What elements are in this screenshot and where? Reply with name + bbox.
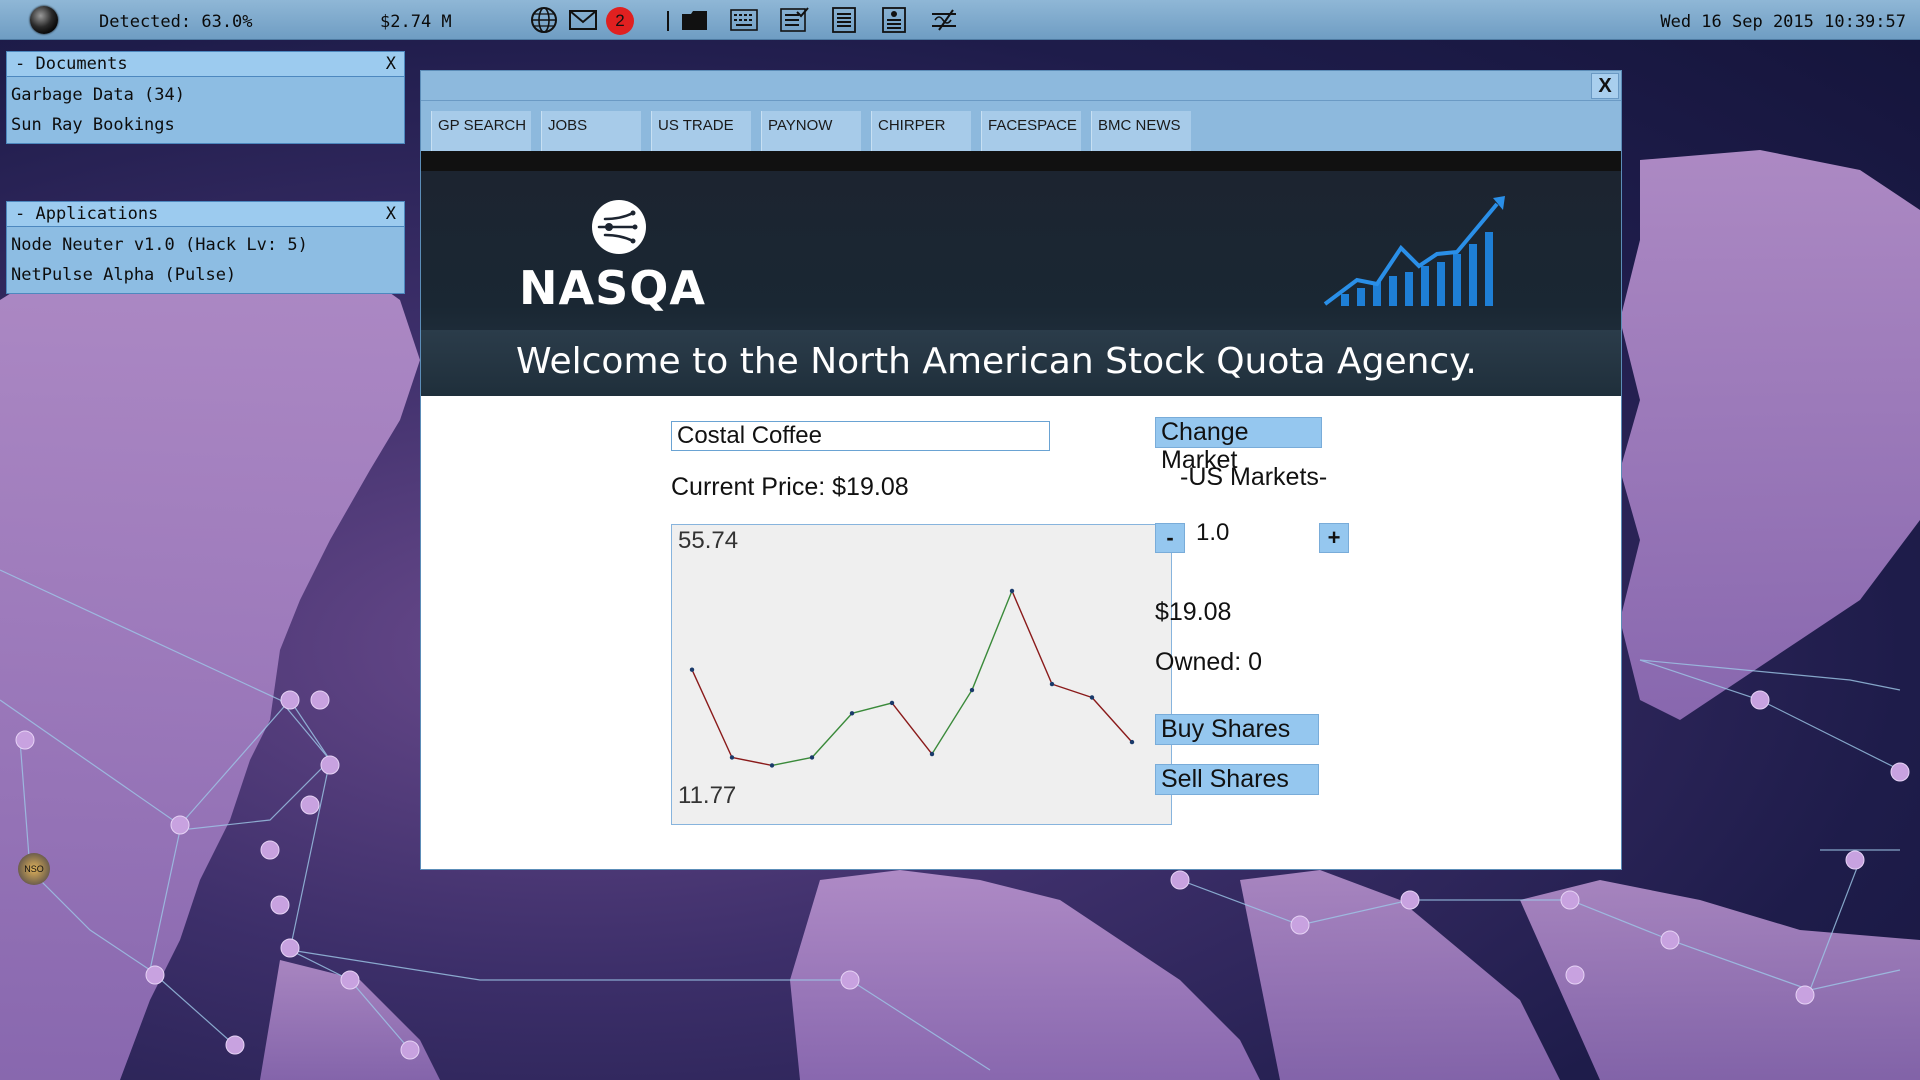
- nasqa-logo-icon: [591, 199, 647, 255]
- welcome-heading: Welcome to the North American Stock Quot…: [516, 341, 1477, 382]
- sell-shares-button[interactable]: Sell Shares: [1155, 764, 1319, 795]
- price-segment: [1092, 697, 1132, 742]
- browser-window: X GP SEARCH JOBS US TRADE PAYNOW CHIRPER…: [420, 70, 1622, 870]
- price-point: [690, 668, 694, 672]
- price-point: [770, 763, 774, 767]
- growth-chart-icon: [1321, 196, 1511, 306]
- tab-bmc-news[interactable]: BMC NEWS: [1091, 111, 1191, 151]
- price-point: [1130, 740, 1134, 744]
- document-item[interactable]: Garbage Data (34): [11, 81, 400, 111]
- mail-unread-badge: 2: [606, 7, 634, 35]
- graph-low-label: 11.77: [678, 782, 736, 810]
- price-point: [970, 688, 974, 692]
- folder-icon[interactable]: [680, 6, 710, 34]
- page-topbar: [421, 151, 1621, 171]
- price-point: [810, 755, 814, 759]
- documents-panel-close-button[interactable]: X: [386, 52, 396, 76]
- tab-facespace[interactable]: FACESPACE: [981, 111, 1081, 151]
- owned-shares: Owned: 0: [1155, 648, 1262, 677]
- documents-panel: - Documents X Garbage Data (34) Sun Ray …: [6, 51, 405, 144]
- checklist-icon[interactable]: [779, 6, 809, 34]
- change-market-button[interactable]: Change Market: [1155, 417, 1322, 448]
- tab-jobs[interactable]: JOBS: [541, 111, 641, 151]
- price-segment: [852, 703, 892, 713]
- quantity-decrease-button[interactable]: -: [1155, 523, 1185, 553]
- price-segment: [732, 757, 772, 765]
- money-balance: $2.74 M: [380, 12, 452, 32]
- notes-icon[interactable]: [879, 6, 909, 34]
- tab-chirper[interactable]: CHIRPER: [871, 111, 971, 151]
- price-graph: 55.74 11.77: [671, 524, 1172, 825]
- taskbar: Detected: 63.0% $2.74 M 2 Wed 16 Sep 201…: [0, 0, 1920, 40]
- mail-icon[interactable]: [568, 6, 598, 34]
- application-item[interactable]: Node Neuter v1.0 (Hack Lv: 5): [11, 231, 400, 261]
- price-point: [1050, 682, 1054, 686]
- keyboard-icon[interactable]: [729, 6, 759, 34]
- tab-paynow[interactable]: PAYNOW: [761, 111, 861, 151]
- price-segment: [772, 757, 812, 765]
- quantity-value[interactable]: 1.0: [1196, 519, 1229, 547]
- detection-status: Detected: 63.0%: [99, 12, 253, 32]
- unit-price: $19.08: [1155, 598, 1231, 627]
- price-point: [1010, 589, 1014, 593]
- document-icon[interactable]: [829, 6, 859, 34]
- globe-icon[interactable]: [529, 6, 559, 34]
- price-point: [890, 701, 894, 705]
- browser-tab-strip: GP SEARCH JOBS US TRADE PAYNOW CHIRPER F…: [421, 101, 1621, 151]
- tab-gp-search[interactable]: GP SEARCH: [431, 111, 531, 151]
- documents-panel-title: - Documents: [15, 54, 128, 74]
- system-clock: Wed 16 Sep 2015 10:39:57: [1660, 12, 1906, 32]
- quantity-increase-button[interactable]: +: [1319, 523, 1349, 553]
- system-orb-icon[interactable]: [30, 6, 58, 34]
- browser-titlebar[interactable]: X: [421, 71, 1621, 101]
- price-segment: [932, 690, 972, 754]
- network-node-badge[interactable]: NSO: [18, 853, 50, 885]
- applications-panel-title: - Applications: [15, 204, 158, 224]
- browser-close-button[interactable]: X: [1591, 73, 1619, 99]
- applications-panel: - Applications X Node Neuter v1.0 (Hack …: [6, 201, 405, 294]
- taskbar-divider: [667, 11, 669, 31]
- current-price-label: Current Price: $19.08: [671, 473, 909, 502]
- price-segment: [812, 713, 852, 757]
- price-point: [730, 755, 734, 759]
- price-segment: [892, 703, 932, 754]
- price-segment: [1052, 684, 1092, 697]
- price-point: [1090, 695, 1094, 699]
- graph-high-label: 55.74: [678, 527, 738, 555]
- applications-panel-close-button[interactable]: X: [386, 202, 396, 226]
- price-segment: [692, 670, 732, 758]
- applications-panel-header[interactable]: - Applications X: [6, 201, 405, 227]
- documents-panel-header[interactable]: - Documents X: [6, 51, 405, 77]
- pen-icon[interactable]: [929, 6, 959, 34]
- nasqa-logo-text: NASQA: [519, 261, 706, 315]
- stock-name-field[interactable]: Costal Coffee: [671, 421, 1050, 451]
- price-point: [850, 711, 854, 715]
- trade-content: Costal Coffee Current Price: $19.08 55.7…: [421, 396, 1621, 869]
- application-item[interactable]: NetPulse Alpha (Pulse): [11, 261, 400, 291]
- buy-shares-button[interactable]: Buy Shares: [1155, 714, 1319, 745]
- price-point: [930, 752, 934, 756]
- price-segment: [972, 591, 1012, 690]
- price-graph-svg: [672, 525, 1173, 826]
- market-label: -US Markets-: [1180, 463, 1327, 492]
- document-item[interactable]: Sun Ray Bookings: [11, 111, 400, 141]
- nasqa-banner: NASQA Welcome to the North American Stoc…: [421, 171, 1621, 396]
- tab-us-trade[interactable]: US TRADE: [651, 111, 751, 151]
- price-segment: [1012, 591, 1052, 684]
